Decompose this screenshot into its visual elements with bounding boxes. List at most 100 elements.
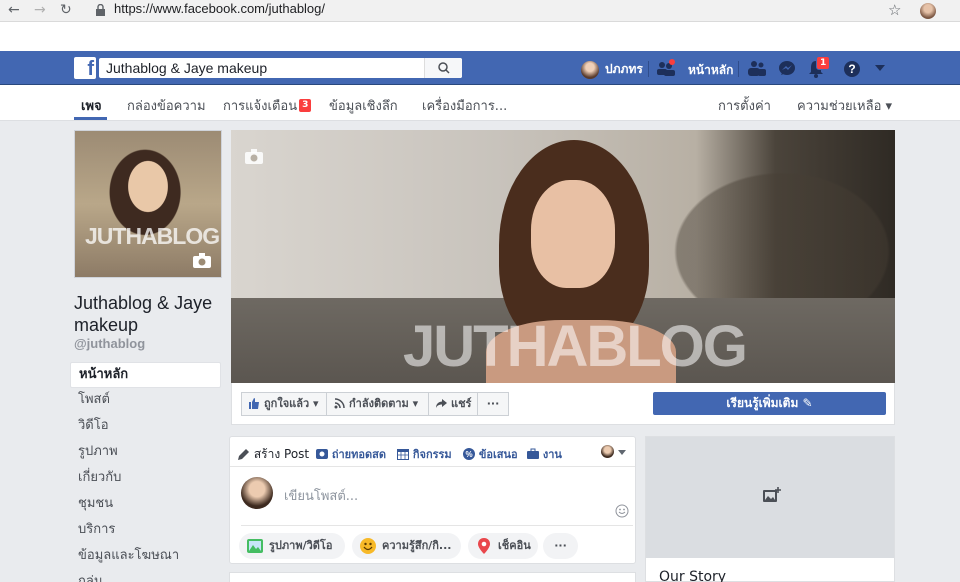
feeling-activity-button[interactable]: ความรู้สึก/กิ... bbox=[352, 533, 461, 559]
reload-icon[interactable]: ↻ bbox=[60, 2, 72, 18]
feeling-activity-label: ความรู้สึก/กิ... bbox=[382, 539, 452, 552]
page-gap bbox=[0, 22, 960, 51]
our-story-card[interactable]: Our Story bbox=[645, 436, 895, 582]
nav-item-services[interactable]: บริการ bbox=[70, 518, 221, 544]
learn-more-button[interactable]: เรียนรู้เพิ่มเติม ✎ bbox=[653, 392, 886, 415]
page-title[interactable]: Juthablog & Jaye makeup bbox=[74, 292, 224, 336]
emoji-icon[interactable] bbox=[615, 504, 629, 518]
search-box bbox=[99, 58, 462, 78]
next-post-card bbox=[229, 572, 636, 582]
svg-text:?: ? bbox=[848, 62, 855, 76]
live-video-tab[interactable]: ถ่ายทอดสด bbox=[316, 445, 386, 463]
composer-avatar bbox=[241, 477, 273, 509]
user-name: ปภภทร bbox=[605, 62, 643, 76]
share-label: แชร์ bbox=[451, 397, 472, 410]
page-left-nav: หน้าหลัก โพสต์ วิดีโอ รูปภาพ เกี่ยวกับ ช… bbox=[70, 362, 221, 582]
photo-video-button[interactable]: รูปภาพ/วิดีโอ bbox=[239, 533, 345, 559]
briefcase-icon bbox=[527, 448, 539, 459]
check-in-button[interactable]: เช็คอิน bbox=[468, 533, 538, 559]
page-admin-tabs: เพจ กล่องข้อความ การแจ้งเตือน 3 ข้อมูลเชิ… bbox=[0, 85, 960, 121]
job-tab[interactable]: งาน bbox=[527, 445, 562, 463]
profile-watermark: JUTHABLOG bbox=[85, 223, 220, 249]
post-as-avatar[interactable] bbox=[601, 445, 614, 458]
divider bbox=[241, 525, 633, 526]
home-link[interactable]: หน้าหลัก bbox=[688, 61, 733, 80]
live-video-label: ถ่ายทอดสด bbox=[331, 448, 386, 461]
bookmark-star-icon[interactable]: ☆ bbox=[888, 1, 901, 19]
nav-item-videos[interactable]: วิดีโอ bbox=[70, 414, 221, 440]
user-profile-link[interactable]: ปภภทร bbox=[581, 60, 643, 79]
address-bar[interactable]: https://www.facebook.com/juthablog/ bbox=[114, 1, 325, 16]
calendar-icon bbox=[397, 449, 409, 460]
offer-label: ข้อเสนอ bbox=[478, 448, 518, 461]
nav-item-home[interactable]: หน้าหลัก bbox=[70, 362, 221, 388]
tab-help[interactable]: ความช่วยเหลือ ▾ bbox=[797, 95, 892, 116]
pages-icon[interactable] bbox=[656, 59, 676, 77]
forward-icon[interactable]: → bbox=[34, 2, 46, 18]
messenger-icon[interactable] bbox=[778, 60, 796, 78]
composer-tabs: สร้าง Post ถ่ายทอดสด กิจกรรม % ข้อเสนอ ง… bbox=[230, 437, 635, 467]
camera-icon[interactable] bbox=[245, 149, 263, 164]
tab-publishing-tools[interactable]: เครื่องมือการ... bbox=[422, 95, 507, 116]
story-image-placeholder bbox=[646, 437, 894, 558]
divider bbox=[738, 61, 739, 77]
nav-item-community[interactable]: ชุมชน bbox=[70, 492, 221, 518]
composer-input[interactable]: เขียนโพสต์... bbox=[284, 485, 358, 506]
svg-text:%: % bbox=[465, 450, 472, 459]
offer-percent-icon: % bbox=[463, 448, 475, 460]
chevron-down-icon[interactable] bbox=[618, 450, 626, 455]
create-post-tab[interactable]: สร้าง Post bbox=[238, 445, 309, 464]
location-pin-icon bbox=[478, 538, 490, 554]
following-label: กำลังติดตาม ▾ bbox=[349, 397, 419, 410]
more-composer-options-button[interactable]: ··· bbox=[543, 533, 578, 559]
photo-icon bbox=[247, 539, 263, 553]
help-icon[interactable]: ? bbox=[843, 60, 861, 78]
search-input[interactable] bbox=[99, 58, 425, 78]
smiley-icon bbox=[360, 538, 376, 554]
facebook-top-bar: f ปภภทร หน้าหลัก 1 ? bbox=[0, 51, 960, 85]
tab-notifications[interactable]: การแจ้งเตือน 3 bbox=[223, 95, 312, 116]
share-button[interactable]: แชร์ bbox=[428, 392, 478, 416]
browser-profile-avatar[interactable] bbox=[920, 3, 936, 19]
check-in-label: เช็คอิน bbox=[498, 539, 531, 552]
rss-icon bbox=[334, 398, 345, 409]
active-tab-indicator bbox=[74, 117, 107, 120]
lock-icon bbox=[96, 4, 105, 16]
avatar bbox=[581, 60, 599, 79]
profile-picture[interactable]: JUTHABLOG bbox=[74, 130, 222, 278]
page-action-bar: ถูกใจแล้ว ▾ กำลังติดตาม ▾ แชร์ ··· เรียน… bbox=[231, 383, 895, 425]
nav-item-photos[interactable]: รูปภาพ bbox=[70, 440, 221, 466]
nav-item-groups[interactable]: กลุ่ม bbox=[70, 570, 221, 582]
nav-item-about[interactable]: เกี่ยวกับ bbox=[70, 466, 221, 492]
tab-inbox[interactable]: กล่องข้อความ bbox=[127, 95, 206, 116]
nav-item-info-and-ads[interactable]: ข้อมูลและโฆษณา bbox=[70, 544, 221, 570]
cover-watermark: JUTHABLOG bbox=[403, 314, 748, 379]
story-title: Our Story bbox=[659, 569, 727, 582]
tab-insights[interactable]: ข้อมูลเชิงลึก bbox=[329, 95, 398, 116]
tab-settings[interactable]: การตั้งค่า bbox=[718, 95, 771, 116]
liked-button[interactable]: ถูกใจแล้ว ▾ bbox=[241, 392, 327, 416]
back-icon[interactable]: ← bbox=[8, 2, 20, 18]
thumbs-up-icon bbox=[249, 398, 259, 409]
notifications-count-badge: 1 bbox=[816, 56, 831, 70]
event-tab[interactable]: กิจกรรม bbox=[397, 445, 452, 463]
search-button[interactable] bbox=[424, 58, 462, 78]
more-actions-button[interactable]: ··· bbox=[477, 392, 509, 416]
cover-figure-face bbox=[531, 180, 615, 288]
pencil-icon bbox=[238, 449, 249, 460]
tab-page[interactable]: เพจ bbox=[81, 95, 102, 116]
nav-item-posts[interactable]: โพสต์ bbox=[70, 388, 221, 414]
account-menu-chevron-icon[interactable] bbox=[875, 65, 885, 71]
page-username[interactable]: @juthablog bbox=[74, 336, 145, 351]
following-button[interactable]: กำลังติดตาม ▾ bbox=[326, 392, 429, 416]
live-video-icon bbox=[316, 449, 328, 459]
facebook-logo-icon[interactable]: f bbox=[74, 57, 96, 80]
notifications-tab-badge: 3 bbox=[299, 99, 312, 112]
camera-icon[interactable] bbox=[193, 253, 211, 268]
photo-video-label: รูปภาพ/วิดีโอ bbox=[269, 539, 333, 552]
cover-photo[interactable]: JUTHABLOG bbox=[231, 130, 895, 383]
add-photo-icon[interactable] bbox=[763, 487, 781, 503]
friend-requests-icon[interactable] bbox=[748, 60, 766, 76]
offer-tab[interactable]: % ข้อเสนอ bbox=[463, 445, 518, 463]
event-label: กิจกรรม bbox=[412, 448, 452, 461]
